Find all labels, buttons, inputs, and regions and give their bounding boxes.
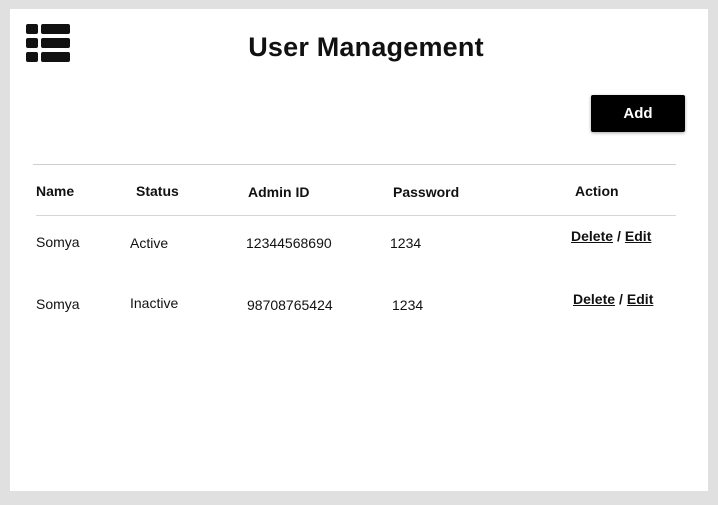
- cell-status: Inactive: [130, 295, 179, 311]
- cell-status: Active: [130, 235, 169, 251]
- cell-name: Somya: [36, 296, 80, 312]
- cell-password: 1234: [392, 297, 424, 313]
- cell-admin-id: 98708765424: [247, 297, 333, 313]
- cell-admin-id: 12344568690: [246, 235, 332, 251]
- cell-action: Delete / Edit: [571, 228, 651, 244]
- cell-name: Somya: [36, 234, 80, 250]
- header-divider: [36, 215, 676, 216]
- column-header-action: Action: [575, 183, 619, 199]
- edit-link[interactable]: Edit: [625, 228, 651, 244]
- cell-password: 1234: [390, 235, 422, 251]
- page-title: User Management: [248, 32, 484, 62]
- column-header-status: Status: [136, 183, 179, 199]
- add-button[interactable]: Add: [591, 95, 685, 132]
- edit-link[interactable]: Edit: [627, 291, 653, 307]
- column-header-admin-id: Admin ID: [248, 184, 310, 200]
- column-header-name: Name: [36, 183, 75, 199]
- cell-action: Delete / Edit: [573, 291, 653, 307]
- delete-link[interactable]: Delete: [573, 291, 615, 307]
- table-divider: [33, 164, 676, 165]
- delete-link[interactable]: Delete: [571, 228, 613, 244]
- column-header-password: Password: [393, 184, 460, 200]
- action-separator: /: [617, 228, 621, 244]
- action-separator: /: [619, 291, 623, 307]
- main-panel: User Management Add Name Status Admin ID…: [10, 9, 708, 491]
